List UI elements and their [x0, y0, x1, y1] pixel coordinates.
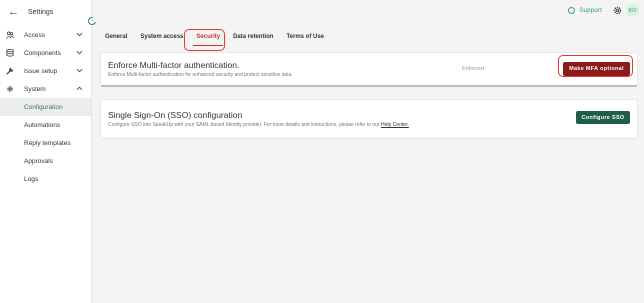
configure-sso-button[interactable]: Configure SSO	[576, 111, 630, 124]
sidebar-group-label: Issue setup	[24, 67, 58, 75]
tab-terms-of-use[interactable]: Terms of Use	[281, 30, 329, 44]
back-arrow-icon[interactable]: ←	[8, 6, 22, 18]
tab-system-access[interactable]: System access	[135, 30, 188, 44]
sidebar-item-logs[interactable]: Logs	[0, 170, 91, 188]
avatar[interactable]: KO	[626, 4, 639, 17]
sso-title: Single Sign-On (SSO) configuration	[108, 110, 243, 120]
button-highlight-box	[558, 55, 633, 77]
sidebar-item-automations[interactable]: Automations	[0, 116, 91, 134]
sidebar-item-approvals[interactable]: Approvals	[0, 152, 91, 170]
tab-general[interactable]: General	[100, 30, 132, 44]
support-link[interactable]: Support	[568, 7, 602, 14]
support-icon	[568, 7, 576, 14]
chevron-down-icon	[76, 32, 83, 37]
mfa-status: Enforced	[462, 66, 485, 72]
chevron-up-icon	[76, 86, 83, 91]
chevron-down-icon	[76, 68, 83, 73]
sso-card: Single Sign-On (SSO) configuration Confi…	[100, 99, 638, 139]
sidebar-group-label: Components	[24, 49, 61, 57]
sidebar-group-label: Access	[24, 31, 45, 39]
sidebar-title: Settings	[28, 8, 54, 16]
sidebar-header: ← Settings	[0, 1, 91, 23]
gear-icon[interactable]	[613, 6, 622, 15]
sidebar-group-components[interactable]: Components	[0, 44, 91, 62]
chevron-down-icon	[76, 50, 83, 55]
mfa-description: Enforce Multi-factor authentication for …	[108, 72, 293, 78]
help-center-link[interactable]: Help Center.	[381, 122, 409, 128]
sidebar-item-configuration[interactable]: Configuration	[0, 98, 91, 116]
sso-description-text: Configure SSO into SpeakUp with your SAM…	[108, 122, 382, 128]
sidebar-group-system[interactable]: System	[0, 80, 91, 98]
sidebar-group-label: System	[24, 85, 46, 93]
top-bar: Support KO	[93, 0, 644, 22]
sso-description: Configure SSO into SpeakUp with your SAM…	[108, 122, 409, 128]
database-icon	[5, 48, 15, 58]
sidebar-item-reply-templates[interactable]: Reply templates	[0, 134, 91, 152]
wrench-icon	[5, 66, 15, 76]
people-icon	[5, 30, 15, 40]
tab-data-retention[interactable]: Data retention	[228, 30, 278, 44]
tab-highlight-box	[184, 29, 225, 51]
gear-icon	[5, 84, 15, 94]
support-label: Support	[579, 7, 602, 14]
mfa-title: Enforce Multi-factor authentication.	[108, 60, 240, 70]
sidebar-group-issue-setup[interactable]: Issue setup	[0, 62, 91, 80]
sidebar-group-access[interactable]: Access	[0, 26, 91, 44]
sidebar: ← Settings Access Components Issue setup…	[0, 0, 92, 303]
